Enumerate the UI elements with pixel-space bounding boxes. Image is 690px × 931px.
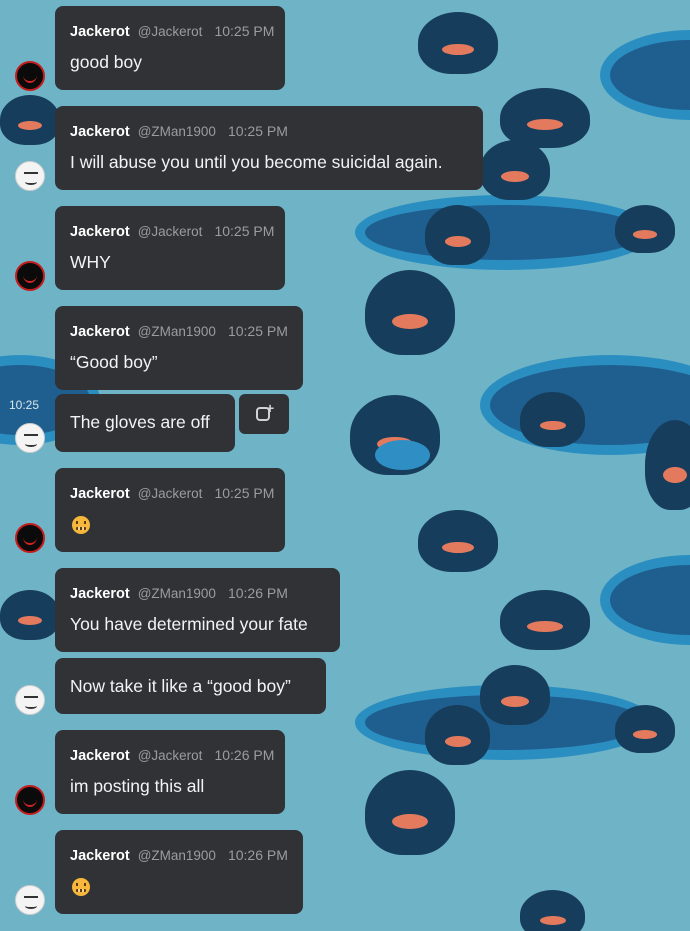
author-name[interactable]: Jackerot	[70, 848, 130, 864]
grimacing-face-emoji	[72, 516, 90, 534]
author-handle: @Jackerot	[137, 24, 203, 39]
author-name[interactable]: Jackerot	[70, 224, 130, 240]
author-handle: @Jackerot	[137, 486, 203, 501]
message-timestamp: 10:25 PM	[227, 123, 288, 139]
author-name[interactable]: Jackerot	[70, 124, 130, 140]
message-header: Jackerot @ZMan1900 10:25 PM	[70, 323, 288, 340]
message-text: I will abuse you until you become suicid…	[70, 152, 443, 172]
message-header: Jackerot @Jackerot 10:25 PM	[70, 485, 274, 502]
avatar[interactable]	[15, 523, 45, 553]
message-bubble[interactable]: Jackerot @ZMan1900 10:25 PM “Good boy”	[55, 306, 303, 390]
add-reaction-button[interactable]: +	[239, 394, 289, 434]
message-text: The gloves are off	[70, 412, 210, 432]
message-timestamp: 10:26 PM	[227, 585, 288, 601]
message-bubble[interactable]: Jackerot @ZMan1900 10:26 PM You have det…	[55, 568, 340, 652]
avatar[interactable]	[15, 785, 45, 815]
avatar[interactable]	[15, 685, 45, 715]
message-bubble[interactable]: Jackerot @Jackerot 10:25 PM good boy	[55, 6, 285, 90]
message-bubble[interactable]: The gloves are off	[55, 394, 235, 452]
avatar[interactable]	[15, 61, 45, 91]
message-text: Now take it like a “good boy”	[70, 676, 291, 696]
author-handle: @Jackerot	[137, 224, 203, 239]
message-header: Jackerot @ZMan1900 10:25 PM	[70, 123, 288, 140]
message-bubble[interactable]: Jackerot @ZMan1900 10:25 PM I will abuse…	[55, 106, 483, 190]
message-text: good boy	[70, 52, 143, 72]
message-timestamp: 10:25 PM	[214, 23, 275, 39]
author-name[interactable]: Jackerot	[70, 24, 130, 40]
message-bubble[interactable]: Jackerot @Jackerot 10:26 PM im posting t…	[55, 730, 285, 814]
message-header: Jackerot @Jackerot 10:25 PM	[70, 223, 274, 240]
hover-timestamp: 10:25	[9, 398, 40, 412]
grimacing-face-emoji	[72, 878, 90, 896]
avatar[interactable]	[15, 423, 45, 453]
message-bubble[interactable]: Jackerot @ZMan1900 10:26 PM	[55, 830, 303, 914]
message-bubble[interactable]: Jackerot @Jackerot 10:25 PM	[55, 468, 285, 552]
message-text: “Good boy”	[70, 352, 158, 372]
author-handle: @ZMan1900	[137, 586, 216, 601]
avatar[interactable]	[15, 161, 45, 191]
avatar[interactable]	[15, 885, 45, 915]
message-bubble[interactable]: Now take it like a “good boy”	[55, 658, 326, 714]
message-text: im posting this all	[70, 776, 205, 796]
message-bubble[interactable]: Jackerot @Jackerot 10:25 PM WHY	[55, 206, 285, 290]
author-handle: @ZMan1900	[137, 324, 216, 339]
author-handle: @ZMan1900	[137, 124, 216, 139]
avatar[interactable]	[15, 261, 45, 291]
author-name[interactable]: Jackerot	[70, 586, 130, 602]
message-header: Jackerot @Jackerot 10:25 PM	[70, 23, 274, 40]
message-timestamp: 10:25 PM	[214, 223, 275, 239]
author-name[interactable]: Jackerot	[70, 324, 130, 340]
message-text: You have determined your fate	[70, 614, 308, 634]
message-timestamp: 10:26 PM	[227, 847, 288, 863]
message-header: Jackerot @ZMan1900 10:26 PM	[70, 585, 288, 602]
author-name[interactable]: Jackerot	[70, 748, 130, 764]
message-header: Jackerot @ZMan1900 10:26 PM	[70, 847, 288, 864]
message-text: WHY	[70, 252, 111, 272]
message-timestamp: 10:26 PM	[214, 747, 275, 763]
author-handle: @ZMan1900	[137, 848, 216, 863]
message-timestamp: 10:25 PM	[214, 485, 275, 501]
author-handle: @Jackerot	[137, 748, 203, 763]
author-name[interactable]: Jackerot	[70, 486, 130, 502]
message-timestamp: 10:25 PM	[227, 323, 288, 339]
message-header: Jackerot @Jackerot 10:26 PM	[70, 747, 274, 764]
